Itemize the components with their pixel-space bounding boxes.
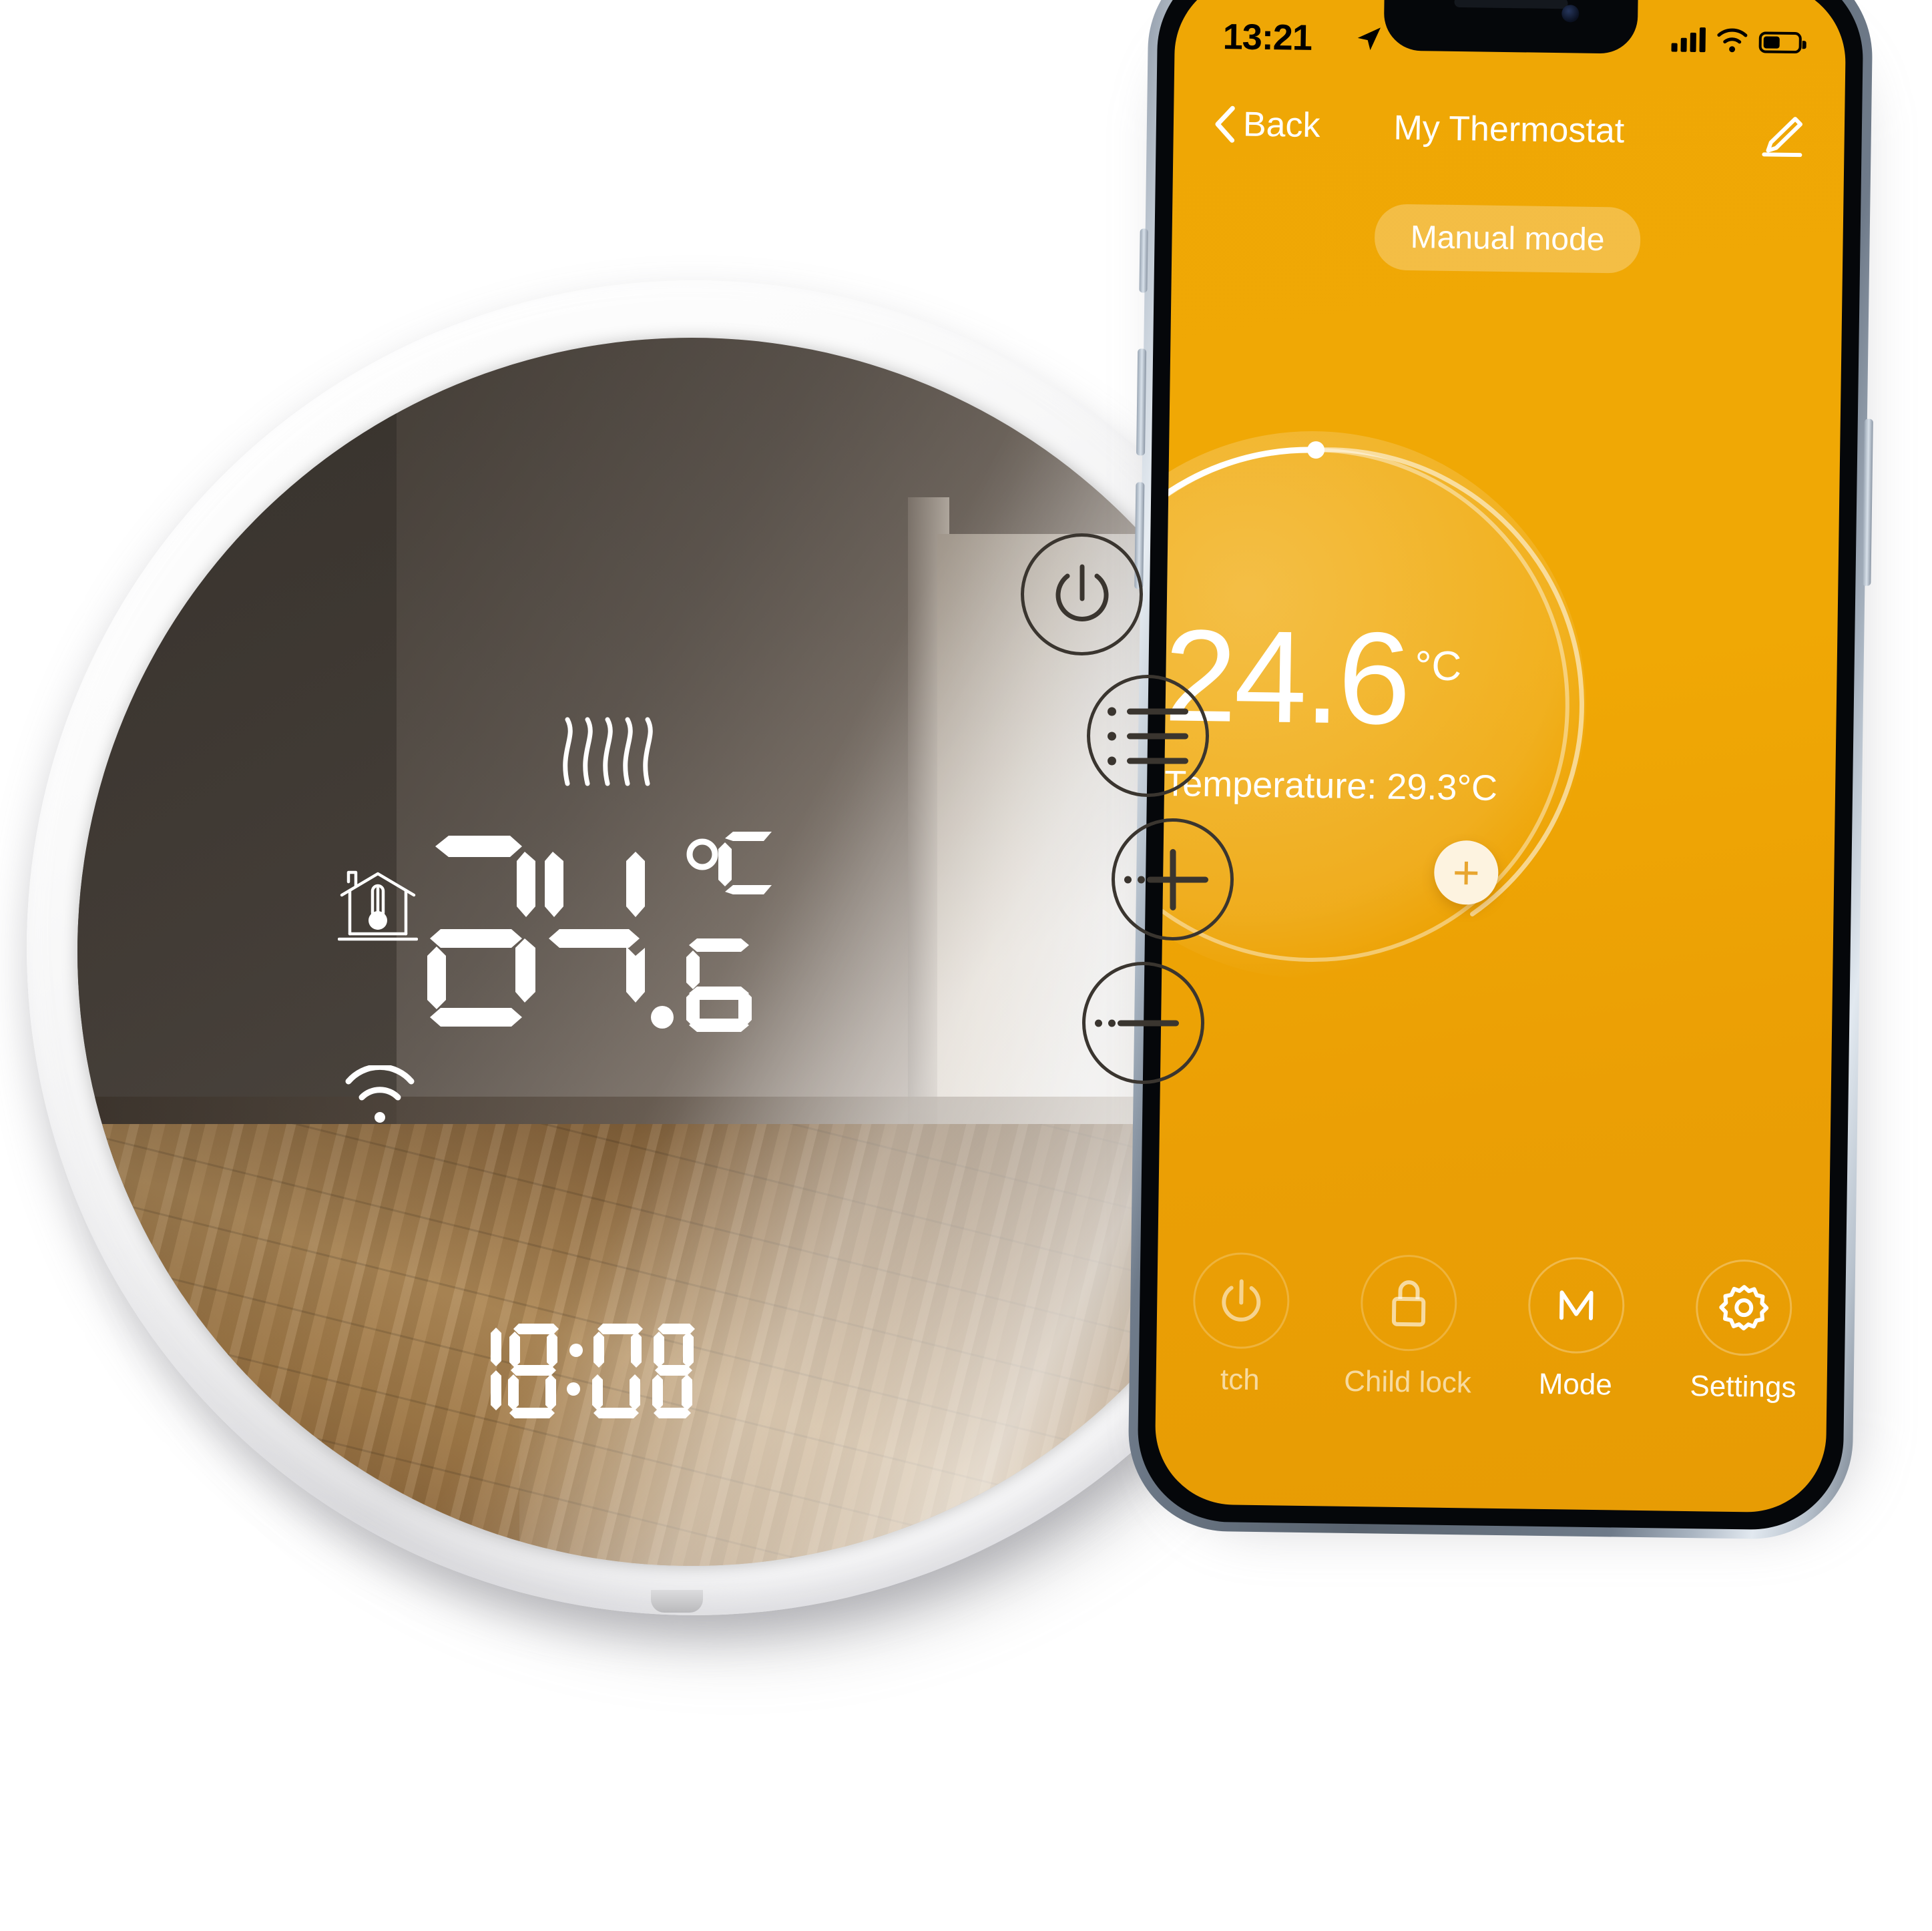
thermostat-device: [27, 280, 1422, 1675]
tab-child-lock-label: Child lock: [1343, 1364, 1472, 1400]
status-time: 13:21: [1222, 17, 1312, 58]
list-menu-icon: [1108, 707, 1188, 765]
thermostat-decrease-button[interactable]: [1082, 962, 1204, 1084]
led-display: [77, 338, 1306, 1566]
app-nav-bar: Back My Thermostat: [1173, 93, 1845, 176]
minus-icon-dots: [1095, 1019, 1116, 1027]
wifi-icon: [345, 1065, 415, 1123]
earpiece-speaker: [1453, 0, 1568, 9]
thermostat-mirror-glass: [77, 338, 1306, 1566]
mode-badge[interactable]: Manual mode: [1373, 204, 1642, 274]
temperature-unit: °C: [1415, 643, 1462, 690]
gear-icon: [1695, 1259, 1793, 1357]
led-temperature: [427, 832, 772, 1032]
thermostat-menu-button[interactable]: [1087, 675, 1209, 797]
page-title: My Thermostat: [1393, 108, 1625, 151]
tab-mode[interactable]: Mode: [1491, 1256, 1661, 1402]
tab-settings-label: Settings: [1690, 1370, 1796, 1404]
thermostat-power-button[interactable]: [1021, 533, 1143, 655]
status-bar: 13:21: [1174, 13, 1846, 69]
cellular-signal-icon: [1671, 25, 1706, 53]
plus-icon-vertical: [1170, 848, 1176, 910]
power-icon: [1055, 564, 1108, 621]
mode-m-icon: [1527, 1256, 1626, 1354]
battery-icon: [1758, 31, 1802, 54]
plus-icon: +: [1452, 846, 1481, 899]
phone-mute-switch[interactable]: [1139, 228, 1148, 293]
dial-handle-dot: [1307, 441, 1325, 459]
wifi-icon: [1717, 28, 1748, 53]
plus-icon-dots: [1124, 876, 1145, 883]
house-thermometer-icon: [338, 870, 418, 941]
tab-mode-label: Mode: [1538, 1367, 1613, 1402]
heat-waves-icon: [563, 717, 653, 786]
location-arrow-icon: [1357, 27, 1381, 51]
led-clock: [491, 1324, 695, 1418]
thermostat-bottom-nub: [651, 1590, 703, 1613]
plus-icon-horizontal: [1147, 876, 1208, 882]
thermostat-increase-button[interactable]: [1112, 818, 1234, 940]
tab-child-lock[interactable]: Child lock: [1324, 1254, 1493, 1400]
tab-settings[interactable]: Settings: [1659, 1258, 1829, 1404]
pencil-edit-icon[interactable]: [1760, 114, 1803, 158]
phone-power-button[interactable]: [1862, 419, 1873, 586]
lock-icon: [1360, 1254, 1458, 1352]
minus-icon-horizontal: [1118, 1020, 1179, 1026]
